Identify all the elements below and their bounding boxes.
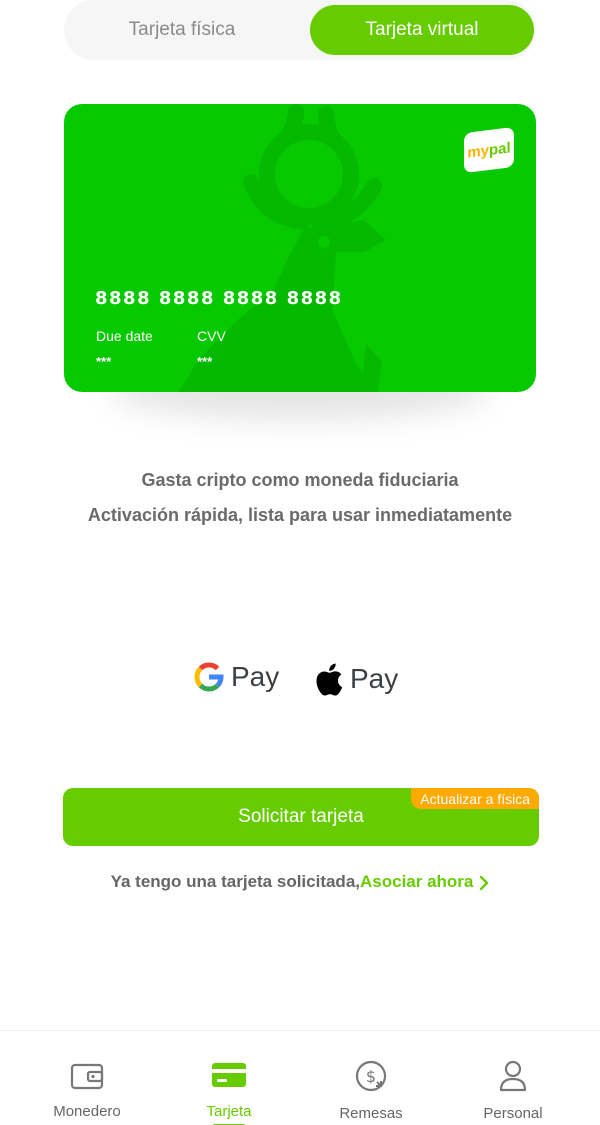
nav-label-personal: Personal <box>483 1105 543 1122</box>
nav-item-tarjeta[interactable]: Tarjeta <box>154 1031 304 1125</box>
nav-label-monedero: Monedero <box>53 1103 121 1120</box>
google-pay-text: Pay <box>231 661 280 692</box>
nav-label-remesas: Remesas <box>339 1105 403 1122</box>
chevron-right-icon <box>480 875 489 890</box>
tagline-secondary: Activación rápida, lista para usar inmed… <box>87 505 513 525</box>
tab-virtual-card[interactable]: Tarjeta virtual <box>310 5 534 55</box>
cvv-value: *** <box>197 354 213 369</box>
bottom-navigation: Monedero Tarjeta $ Remesas Personal <box>0 1030 600 1125</box>
google-pay-logo: Pay <box>193 657 279 697</box>
logo-my: my <box>467 141 489 162</box>
card-number: 8888 8888 8888 8888 <box>95 288 343 309</box>
due-date-label: Due date <box>96 328 153 344</box>
apple-icon <box>316 663 343 696</box>
associate-card-text: Ya tengo una tarjeta solicitada, <box>110 872 360 891</box>
tab-physical-card[interactable]: Tarjeta física <box>64 5 300 55</box>
dollar-exchange-icon: $ <box>355 1060 387 1092</box>
logo-pal: pal <box>489 138 511 159</box>
wallet-icon <box>70 1063 104 1090</box>
nav-item-monedero[interactable]: Monedero <box>12 1031 162 1125</box>
google-g-icon <box>194 662 224 692</box>
card-type-tabs: Tarjeta física Tarjeta virtual <box>64 0 536 60</box>
nav-item-personal[interactable]: Personal <box>438 1031 588 1125</box>
due-date-value: *** <box>96 354 112 369</box>
mypal-logo: my pal <box>464 126 514 174</box>
virtual-card: my pal 8888 8888 8888 8888 Due date *** C… <box>64 104 536 392</box>
card-icon <box>212 1063 246 1087</box>
svg-text:$: $ <box>366 1067 376 1086</box>
nav-label-tarjeta: Tarjeta <box>206 1103 252 1120</box>
request-card-button[interactable]: Solicitar tarjeta Actualizar a física <box>63 788 539 846</box>
apple-pay-logo: Pay <box>312 657 398 701</box>
tagline-primary: Gasta cripto como moneda fiduciaria <box>141 470 459 490</box>
upgrade-to-physical-badge: Actualizar a física <box>411 788 539 809</box>
associate-card-row: Ya tengo una tarjeta solicitada,Asociar … <box>0 872 600 892</box>
associate-now-link[interactable]: Asociar ahora <box>360 872 473 891</box>
apple-pay-text: Pay <box>350 663 399 694</box>
nav-item-remesas[interactable]: $ Remesas <box>296 1031 446 1125</box>
person-icon <box>499 1060 527 1092</box>
request-card-label: Solicitar tarjeta <box>238 806 364 827</box>
cvv-label: CVV <box>197 328 226 344</box>
